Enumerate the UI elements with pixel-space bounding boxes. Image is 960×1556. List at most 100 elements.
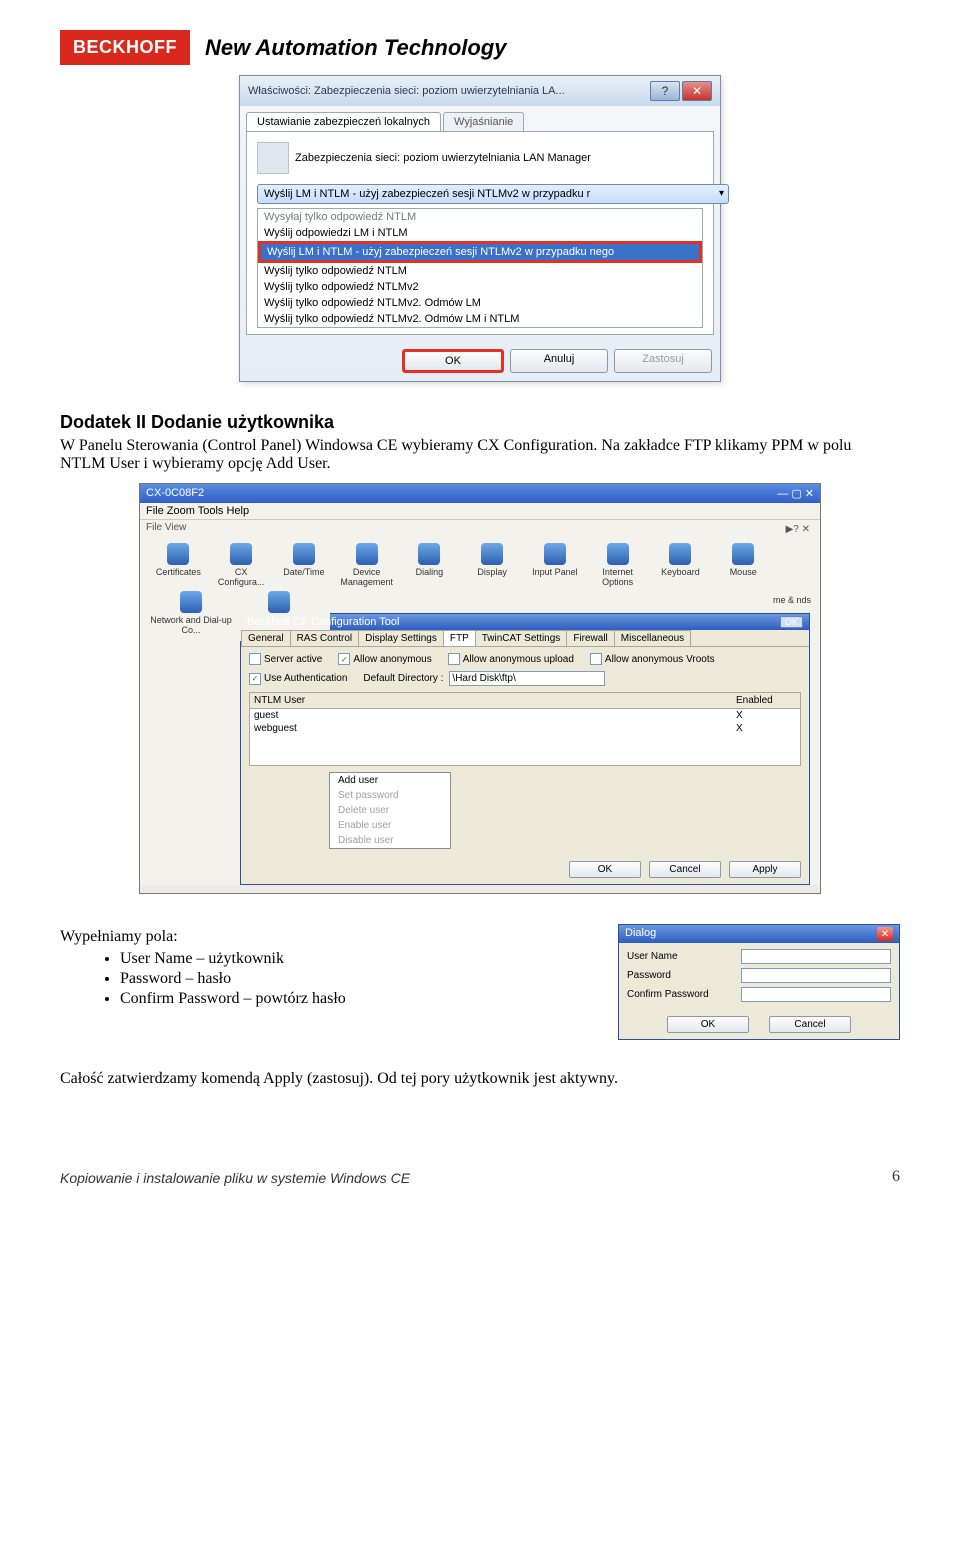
list-item[interactable]: Wyślij odpowiedzi LM i NTLM bbox=[258, 225, 702, 241]
policy-icon bbox=[257, 142, 289, 174]
page-header: BECKHOFF New Automation Technology bbox=[60, 30, 900, 65]
cancel-button[interactable]: Cancel bbox=[649, 861, 721, 878]
tab-explanation[interactable]: Wyjaśnianie bbox=[443, 112, 524, 131]
list-item-highlighted[interactable]: Wyślij LM i NTLM - użyj zabezpieczeń ses… bbox=[258, 241, 702, 263]
help-button[interactable]: ? bbox=[650, 81, 680, 101]
list-item[interactable]: Wyślij tylko odpowiedź NTLMv2. Odmów LM … bbox=[258, 311, 702, 327]
table-row[interactable]: guestX bbox=[250, 709, 800, 722]
bullet-confirm: Confirm Password – powtórz hasło bbox=[120, 990, 346, 1008]
closing-paragraph: Całość zatwierdzamy komendą Apply (zasto… bbox=[60, 1070, 900, 1088]
cp-icon-dialing[interactable]: Dialing bbox=[401, 543, 458, 587]
chk-server-active[interactable]: Server active bbox=[249, 653, 322, 665]
window-controls[interactable]: — ▢ ✕ bbox=[777, 487, 814, 500]
menu-add-user[interactable]: Add user bbox=[330, 773, 450, 788]
cp-icon-mouse[interactable]: Mouse bbox=[715, 543, 772, 587]
list-item[interactable]: Wyślij tylko odpowiedź NTLM bbox=[258, 263, 702, 279]
ok-button[interactable]: OK bbox=[569, 861, 641, 878]
ok-button[interactable]: OK bbox=[402, 349, 504, 373]
tab-ras[interactable]: RAS Control bbox=[290, 630, 360, 646]
close-icon[interactable]: ✕ bbox=[877, 927, 893, 941]
table-row[interactable]: webguestX bbox=[250, 722, 800, 735]
logo: BECKHOFF bbox=[60, 30, 190, 65]
menu-set-password: Set password bbox=[330, 788, 450, 803]
cp-icon-certificates[interactable]: Certificates bbox=[150, 543, 207, 587]
cp-icon-cx-config[interactable]: CX Configura... bbox=[213, 543, 270, 587]
cx-config-titlebar: Beckhoff CX Configuration Tool OK bbox=[241, 614, 809, 630]
cp-icon-input-panel[interactable]: Input Panel bbox=[527, 543, 584, 587]
dialog3-title: Dialog bbox=[625, 927, 656, 941]
input-confirm[interactable] bbox=[741, 987, 891, 1002]
col-enabled: Enabled bbox=[732, 693, 800, 708]
input-password[interactable] bbox=[741, 968, 891, 983]
toolbar[interactable]: File View ▶? ✕ bbox=[140, 520, 820, 535]
cp-icon-internet[interactable]: Internet Options bbox=[589, 543, 646, 587]
cancel-button[interactable]: Anuluj bbox=[510, 349, 608, 373]
close-button[interactable]: ✕ bbox=[682, 81, 712, 101]
fill-label: Wypełniamy pola: bbox=[60, 928, 346, 946]
panel: Zabezpieczenia sieci: poziom uwierzyteln… bbox=[246, 131, 714, 335]
tab-general[interactable]: General bbox=[241, 630, 291, 646]
ok-button[interactable]: OK bbox=[667, 1016, 749, 1033]
cp-icon-datetime[interactable]: Date/Time bbox=[276, 543, 333, 587]
policy-label: Zabezpieczenia sieci: poziom uwierzyteln… bbox=[295, 152, 591, 164]
dialog3-titlebar: Dialog ✕ bbox=[619, 925, 899, 943]
auth-level-list[interactable]: Wysyłaj tylko odpowiedź NTLM Wyślij odpo… bbox=[257, 208, 703, 328]
label-username: User Name bbox=[627, 951, 737, 962]
list-item[interactable]: Wyślij tylko odpowiedź NTLMv2. Odmów LM bbox=[258, 295, 702, 311]
label-password: Password bbox=[627, 970, 737, 981]
window-title: CX-0C08F2 bbox=[146, 487, 204, 500]
page-number: 6 bbox=[892, 1168, 900, 1186]
ntlm-user-table[interactable]: NTLM User Enabled guestX webguestX bbox=[249, 692, 801, 766]
cp-icon-display[interactable]: Display bbox=[464, 543, 521, 587]
col-user: NTLM User bbox=[250, 693, 732, 708]
tab-twincat[interactable]: TwinCAT Settings bbox=[475, 630, 568, 646]
label-confirm: Confirm Password bbox=[627, 989, 737, 1000]
menu-bar[interactable]: File Zoom Tools Help bbox=[140, 503, 820, 520]
cancel-button[interactable]: Cancel bbox=[769, 1016, 851, 1033]
cp-icon-network[interactable]: Network and Dial-up Co... bbox=[150, 591, 232, 635]
tab-firewall[interactable]: Firewall bbox=[566, 630, 614, 646]
input-username[interactable] bbox=[741, 949, 891, 964]
cx-config-body: Server active ✓Allow anonymous Allow ano… bbox=[241, 647, 809, 855]
paragraph: W Panelu Sterowania (Control Panel) Wind… bbox=[60, 437, 900, 473]
menu-delete-user: Delete user bbox=[330, 803, 450, 818]
apply-button[interactable]: Apply bbox=[729, 861, 801, 878]
menu-enable-user: Enable user bbox=[330, 818, 450, 833]
menu-disable-user: Disable user bbox=[330, 833, 450, 848]
window-titlebar: CX-0C08F2 — ▢ ✕ bbox=[140, 484, 820, 503]
chk-allow-anon[interactable]: ✓Allow anonymous bbox=[338, 653, 431, 665]
cp-icon-hidden[interactable] bbox=[238, 591, 320, 635]
apply-button[interactable]: Zastosuj bbox=[614, 349, 712, 373]
cx-config-title: Beckhoff CX Configuration Tool bbox=[247, 616, 399, 628]
section-heading: Dodatek II Dodanie użytkownika bbox=[60, 412, 900, 433]
list-item[interactable]: Wysyłaj tylko odpowiedź NTLM bbox=[258, 209, 702, 225]
cp-icon-truncated: me & nds bbox=[772, 591, 820, 605]
toolbar-items[interactable]: File View bbox=[146, 522, 186, 533]
tab-ftp[interactable]: FTP bbox=[443, 630, 476, 646]
list-item[interactable]: Wyślij tylko odpowiedź NTLMv2 bbox=[258, 279, 702, 295]
help-close-icons[interactable]: ▶? ✕ bbox=[782, 522, 814, 537]
properties-dialog: Właściwości: Zabezpieczenia sieci: pozio… bbox=[239, 75, 721, 382]
tab-local-security[interactable]: Ustawianie zabezpieczeń lokalnych bbox=[246, 112, 441, 131]
footer-text: Kopiowanie i instalowanie pliku w system… bbox=[60, 1170, 410, 1186]
bullet-user: User Name – użytkownik bbox=[120, 950, 346, 968]
bullet-password: Password – hasło bbox=[120, 970, 346, 988]
page-title: New Automation Technology bbox=[205, 35, 506, 61]
titlebar-ok-button[interactable]: OK bbox=[780, 616, 803, 628]
chk-use-auth[interactable]: ✓Use Authentication bbox=[249, 673, 347, 685]
tab-misc[interactable]: Miscellaneous bbox=[614, 630, 691, 646]
page-footer: Kopiowanie i instalowanie pliku w system… bbox=[60, 1168, 900, 1186]
tabs: Ustawianie zabezpieczeń lokalnych Wyjaśn… bbox=[240, 106, 720, 131]
cx-config-buttons: OK Cancel Apply bbox=[241, 855, 809, 884]
default-dir-input[interactable] bbox=[449, 671, 605, 686]
cp-icon-keyboard[interactable]: Keyboard bbox=[652, 543, 709, 587]
auth-level-dropdown[interactable]: Wyślij LM i NTLM - użyj zabezpieczeń ses… bbox=[257, 184, 729, 204]
chk-anon-vroots[interactable]: Allow anonymous Vroots bbox=[590, 653, 715, 665]
titlebar: Właściwości: Zabezpieczenia sieci: pozio… bbox=[240, 76, 720, 106]
cx-config-window: Beckhoff CX Configuration Tool OK Genera… bbox=[240, 613, 810, 885]
button-row: OK Anuluj Zastosuj bbox=[240, 341, 720, 381]
tab-display[interactable]: Display Settings bbox=[358, 630, 444, 646]
cp-icon-device-mgmt[interactable]: Device Management bbox=[338, 543, 395, 587]
field-bullets: User Name – użytkownik Password – hasło … bbox=[80, 950, 346, 1008]
chk-anon-upload[interactable]: Allow anonymous upload bbox=[448, 653, 574, 665]
